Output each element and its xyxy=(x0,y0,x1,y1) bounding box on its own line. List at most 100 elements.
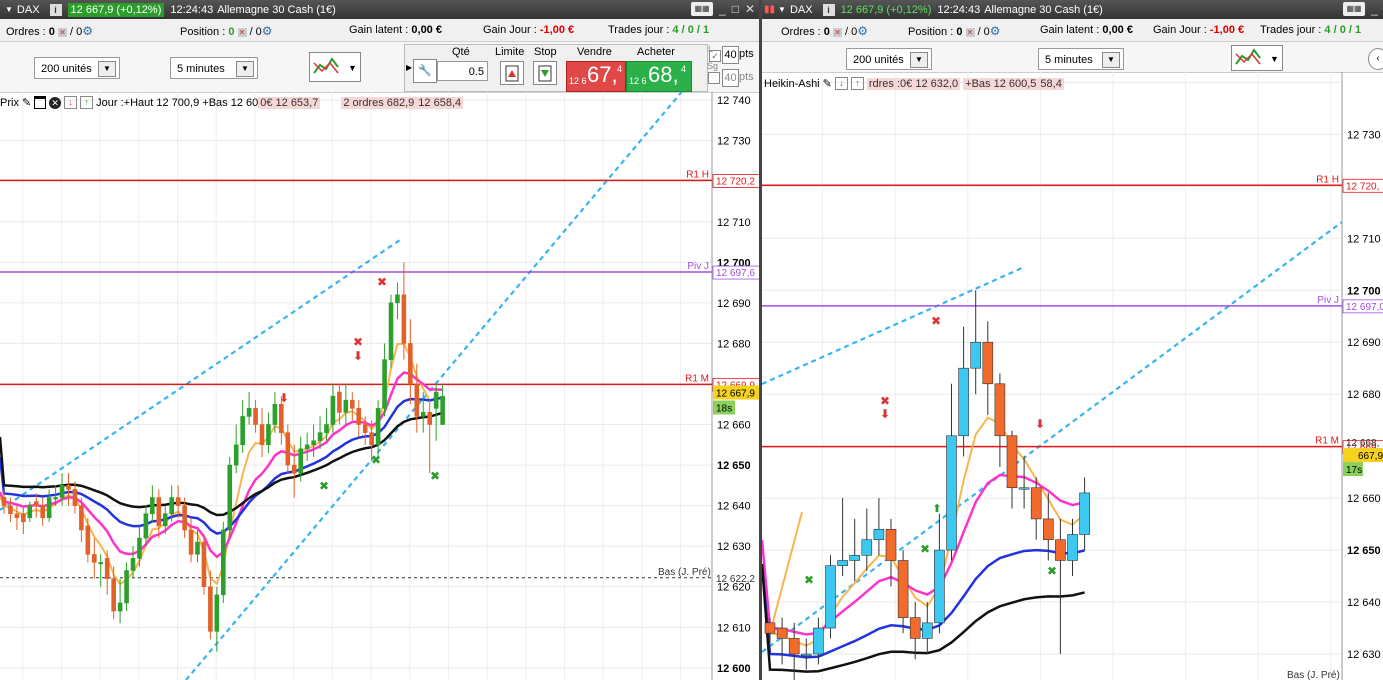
units-select[interactable]: 200 unités ▼ xyxy=(846,48,932,70)
signal-marker: ✖ xyxy=(880,394,890,408)
candle-body xyxy=(117,602,123,612)
dropdown-icon[interactable]: ▼ xyxy=(5,5,13,14)
heikin-ashi-chart[interactable]: 12 73012 72012 71012 70012 69012 68012 6… xyxy=(762,72,1383,680)
candle-body xyxy=(285,432,291,466)
candle-body xyxy=(343,399,349,413)
keyboard-icon[interactable]: ▦▦ xyxy=(691,2,713,16)
candle-body xyxy=(330,395,336,425)
y-tick-label: 12 630 xyxy=(1347,649,1381,661)
pts-label-2: pts xyxy=(739,71,754,83)
cancel-orders-icon[interactable]: ✕ xyxy=(57,28,67,37)
candle-body xyxy=(259,424,265,446)
price-chart[interactable]: 12 74012 73012 72012 71012 70012 69012 6… xyxy=(0,92,759,680)
info-icon[interactable]: i xyxy=(822,3,835,16)
legend-jour-overlap: 0€ 12 653,7 xyxy=(258,96,321,109)
candle-body xyxy=(369,432,374,446)
gear-icon[interactable]: ⚙ xyxy=(990,24,1001,38)
sell-arrow-marker: ⬇ xyxy=(1035,417,1045,431)
timeframe-select[interactable]: 5 minutes ▼ xyxy=(1038,48,1124,70)
candle-body xyxy=(182,505,187,531)
timeframe-select[interactable]: 5 minutes ▼ xyxy=(170,57,258,79)
candle-body xyxy=(246,408,252,417)
candle-body xyxy=(897,560,909,618)
left-chart-legend: Prix ✎ ✕ ↓ ↑ Jour :+Haut 12 700,9 +Bas 1… xyxy=(0,94,464,111)
prev-low-label: Bas (J. Pré) xyxy=(658,567,711,578)
keyboard-icon[interactable]: ▦▦ xyxy=(1343,2,1366,16)
pencil-icon[interactable]: ✎ xyxy=(823,77,832,90)
minimize-icon[interactable]: _ xyxy=(719,2,726,16)
dropdown-icon[interactable]: ▼ xyxy=(778,5,786,14)
units-select[interactable]: 200 unités ▼ xyxy=(34,57,120,79)
candle-body xyxy=(14,513,20,519)
timeframe-value: 5 minutes xyxy=(177,63,225,75)
gear-icon[interactable]: ⚙ xyxy=(857,24,868,38)
candle-body xyxy=(253,408,258,425)
stop-label: Stop xyxy=(534,46,557,58)
orders-label: Ordres : xyxy=(781,26,821,38)
pencil-icon[interactable]: ✎ xyxy=(22,96,31,109)
stop-order-icon[interactable] xyxy=(533,61,557,85)
y-tick-label: 12 640 xyxy=(717,501,751,513)
candle-body xyxy=(233,444,239,466)
symbol-name[interactable]: DAX xyxy=(17,4,40,16)
wrench-icon[interactable]: 🔧 xyxy=(413,59,437,83)
sell-arrow-marker: ⬇ xyxy=(279,391,289,405)
candle-body xyxy=(337,391,342,413)
qty-input[interactable]: 0.5 xyxy=(437,61,488,81)
gear-icon[interactable]: ⚙ xyxy=(82,24,93,38)
l-checkbox[interactable] xyxy=(708,72,720,84)
window-icon[interactable] xyxy=(34,96,47,109)
pts-label: pts xyxy=(739,48,754,60)
close-circle-icon[interactable]: ✕ xyxy=(49,96,62,109)
candle-body xyxy=(788,638,800,655)
candle-body xyxy=(79,505,84,531)
candle-body xyxy=(401,294,407,344)
maximize-icon[interactable]: □ xyxy=(732,2,739,16)
legend-value: 58,4 xyxy=(1038,77,1064,90)
limit-order-icon[interactable] xyxy=(500,61,524,85)
svg-text:▼: ▼ xyxy=(1270,54,1279,64)
close-icon[interactable]: ✕ xyxy=(745,2,755,16)
trades-value: 4 / 0 / 1 xyxy=(1324,24,1362,36)
candle-body xyxy=(298,448,304,474)
chevron-down-icon[interactable]: ▼ xyxy=(1102,52,1120,68)
minimize-icon[interactable]: _ xyxy=(1371,2,1378,16)
gear-icon[interactable]: ⚙ xyxy=(262,24,273,38)
y-tick-label: 12 650 xyxy=(1347,545,1381,557)
candle-body xyxy=(934,549,945,624)
info-icon[interactable]: i xyxy=(49,3,62,16)
trades-label: Trades jour : xyxy=(1260,24,1322,36)
expand-icon[interactable]: ▶ xyxy=(406,63,412,72)
close-position-icon[interactable]: ✕ xyxy=(237,28,247,37)
candle-body xyxy=(408,343,413,385)
arrow-up-icon[interactable]: ↑ xyxy=(850,77,864,90)
chevron-down-icon[interactable]: ▼ xyxy=(236,61,254,77)
chart-type-button[interactable]: ▼ xyxy=(309,52,361,82)
level-label: Piv J xyxy=(687,261,709,272)
cancel-orders-icon[interactable]: ✕ xyxy=(832,28,842,37)
arrow-down-icon[interactable]: ↓ xyxy=(834,77,848,90)
candle-body xyxy=(272,403,278,425)
candle-body xyxy=(188,529,194,555)
chevron-down-icon[interactable]: ▼ xyxy=(910,52,928,68)
candle-body xyxy=(291,464,297,474)
candle-body xyxy=(162,513,168,527)
symbol-name[interactable]: DAX xyxy=(790,4,813,16)
left-toolbar: 200 unités ▼ 5 minutes ▼ ▼ ▶ 🔧 Qté 0.5 Lim… xyxy=(0,42,759,93)
trend-channel-line xyxy=(0,239,401,511)
candle-body xyxy=(279,403,284,433)
close-position-icon[interactable]: ✕ xyxy=(965,28,975,37)
chevron-down-icon[interactable]: ▼ xyxy=(98,61,116,77)
chart-type-button[interactable]: ▼ xyxy=(1231,45,1283,71)
arrow-down-icon[interactable]: ↓ xyxy=(64,96,78,109)
pts-input-2[interactable]: 40 xyxy=(722,69,739,87)
arrow-up-icon[interactable]: ↑ xyxy=(80,96,94,109)
signal-marker: ✖ xyxy=(430,469,440,483)
buy-button[interactable]: 12 6 68, 4 xyxy=(626,61,692,92)
candle-body xyxy=(362,424,368,433)
gain-label: Gain Jour : xyxy=(483,24,537,36)
chevron-left-icon[interactable]: ‹ xyxy=(1368,48,1383,70)
sell-button[interactable]: 12 6 67, 4 xyxy=(566,61,626,92)
candle-body xyxy=(414,383,420,417)
pts-input-1[interactable]: 40 xyxy=(722,46,739,64)
